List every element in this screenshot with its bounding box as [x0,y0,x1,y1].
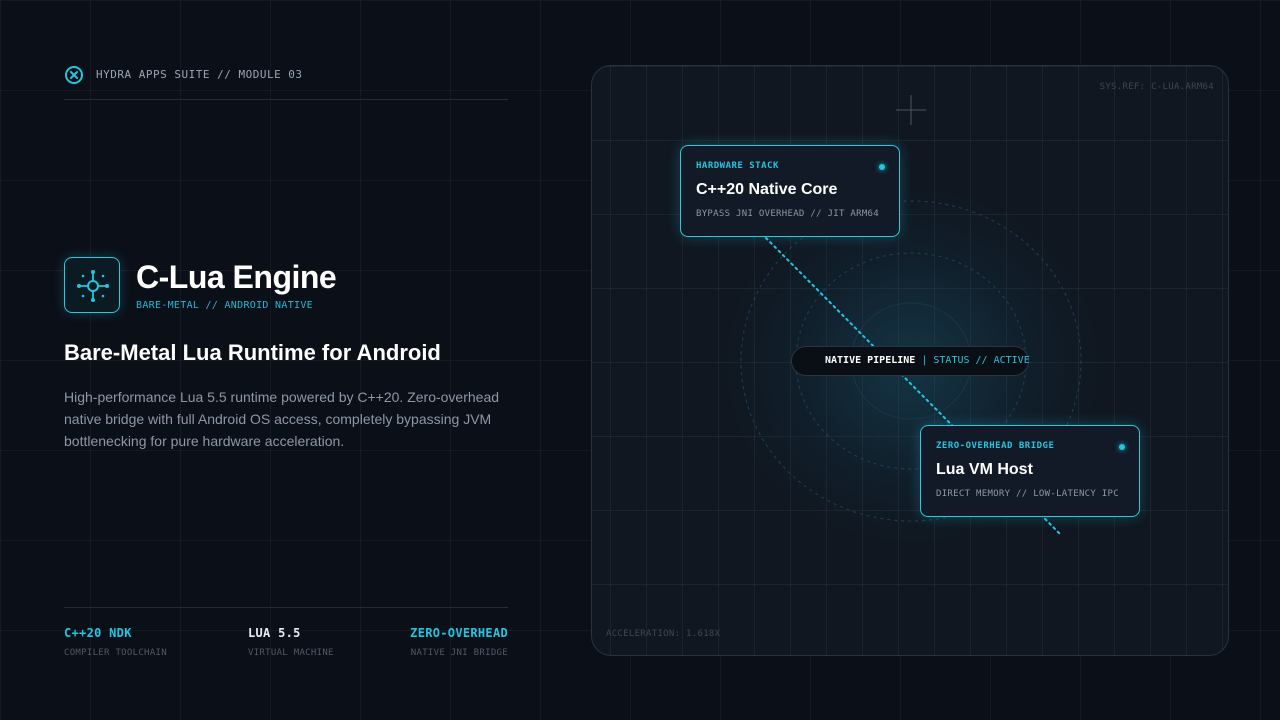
status-dot-icon [879,164,885,170]
stat-bridge: ZERO-OVERHEAD NATIVE JNI BRIDGE [410,626,508,658]
card-meta: BYPASS JNI OVERHEAD // JIT ARM64 [696,209,879,219]
stat-label: NATIVE JNI BRIDGE [410,648,508,658]
crosshair-icon [896,95,926,125]
sys-ref: SYS.REF: C-LUA.ARM64 [1099,82,1214,92]
stat-vm: LUA 5.5 VIRTUAL MACHINE [248,626,334,658]
stat-label: VIRTUAL MACHINE [248,648,334,658]
pill-primary: NATIVE PIPELINE [825,355,916,366]
acceleration-readout: ACCELERATION: 1.618X [606,629,721,639]
pill-secondary: | STATUS // ACTIVE [921,355,1030,366]
card-title: Lua VM Host [936,461,1033,478]
card-hardware-stack[interactable]: HARDWARE STACK C++20 Native Core BYPASS … [680,145,900,237]
card-zero-overhead-bridge[interactable]: ZERO-OVERHEAD BRIDGE Lua VM Host DIRECT … [920,425,1140,517]
header: HYDRA APPS SUITE // MODULE 03 [64,64,508,100]
close-circle-icon[interactable] [64,65,84,85]
status-dot-icon [1119,444,1125,450]
product-subtitle: BARE-METAL // ANDROID NATIVE [136,300,313,311]
card-meta: DIRECT MEMORY // LOW-LATENCY IPC [936,489,1119,499]
stat-label: COMPILER TOOLCHAIN [64,648,167,658]
description: High-performance Lua 5.5 runtime powered… [64,389,500,449]
card-eyebrow: ZERO-OVERHEAD BRIDGE [936,441,1055,451]
stat-value: LUA 5.5 [248,626,301,640]
app-icon [64,257,120,313]
card-title: C++20 Native Core [696,181,838,198]
headline: Bare-Metal Lua Runtime for Android [64,340,441,365]
stat-value: C++20 NDK [64,626,132,640]
stats-row: C++20 NDK COMPILER TOOLCHAIN LUA 5.5 VIR… [64,607,508,658]
product-title: C-Lua Engine [136,259,337,295]
stat-compiler: C++20 NDK COMPILER TOOLCHAIN [64,626,167,658]
stat-value: ZERO-OVERHEAD [410,626,508,640]
architecture-panel: SYS.REF: C-LUA.ARM64 HARDWARE STACK C++2… [591,65,1229,656]
card-eyebrow: HARDWARE STACK [696,161,779,171]
suite-label: HYDRA APPS SUITE // MODULE 03 [96,68,303,81]
status-pill: NATIVE PIPELINE | STATUS // ACTIVE [791,346,1030,376]
